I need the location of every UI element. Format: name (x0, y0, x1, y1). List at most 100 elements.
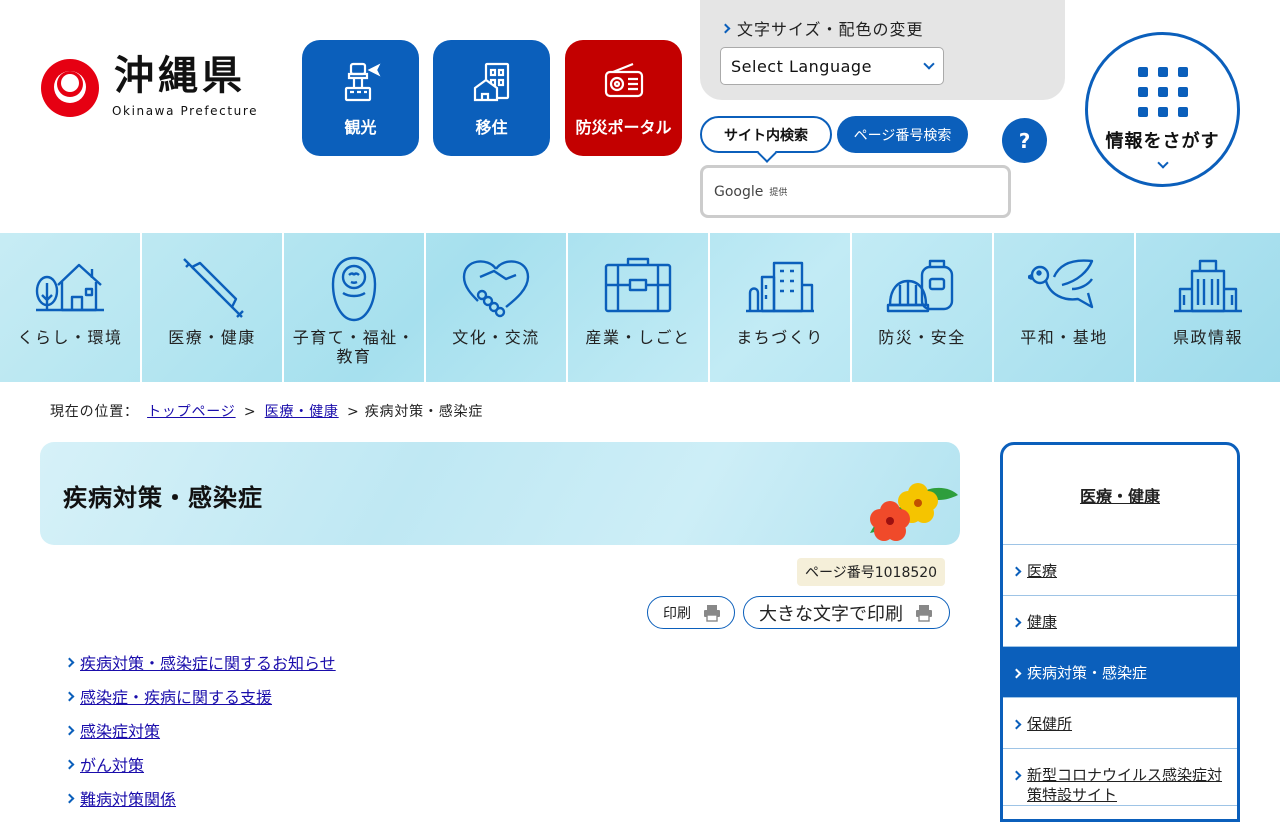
site-logo[interactable]: 沖縄県 Okinawa Prefecture (40, 53, 280, 126)
list-item: がん対策 (64, 747, 336, 781)
info-search-button[interactable]: 情報をさがす (1085, 32, 1240, 187)
chevron-right-icon (64, 759, 75, 769)
grid-icon (1137, 67, 1188, 117)
chevron-right-icon (64, 691, 75, 701)
gnav-item-bunka[interactable]: 文化・交流 (426, 233, 568, 382)
breadcrumb-link-top[interactable]: トップページ (147, 404, 236, 420)
briefcase-icon (604, 257, 672, 313)
site-header: 沖縄県 Okinawa Prefecture 観光 移住 防災ポータル 文字サイ… (0, 0, 1280, 233)
side-item-covid[interactable]: 新型コロナウイルス感染症対策特設サイト (1003, 749, 1237, 806)
font-color-change-label: 文字サイズ・配色の変更 (737, 20, 924, 39)
page-title-banner: 疾病対策・感染症 (40, 442, 960, 545)
okinawa-emblem-icon (41, 59, 99, 117)
list-item: 感染症対策 (64, 713, 336, 747)
chevron-down-icon (923, 58, 935, 70)
global-nav: くらし・環境 医療・健康 子育て・福祉・教育 文化・交流 産業・しごと まちづく… (0, 233, 1280, 382)
gnav-item-sangyo[interactable]: 産業・しごと (568, 233, 710, 382)
category-link[interactable]: がん対策 (80, 752, 144, 776)
side-item-label: 疾病対策・感染症 (1027, 664, 1148, 682)
gnav-item-heiwa[interactable]: 平和・基地 (994, 233, 1136, 382)
language-select[interactable]: Select Language (720, 47, 944, 85)
side-item-label[interactable]: 健康 (1027, 612, 1057, 632)
house-building-icon (473, 62, 509, 102)
category-link[interactable]: 疾病対策・感染症に関するお知らせ (80, 650, 336, 674)
font-color-change-link[interactable]: 文字サイズ・配色の変更 (720, 16, 924, 40)
tab-site-search-label: サイト内検索 (724, 127, 808, 144)
chevron-right-icon (1011, 617, 1022, 628)
search-help-button[interactable]: ? (1002, 118, 1047, 163)
quick-link-label: 観光 (344, 118, 377, 137)
logo-subtitle: Okinawa Prefecture (112, 104, 259, 118)
side-menu-title: 医療・健康 (1003, 445, 1237, 545)
tab-site-search[interactable]: サイト内検索 (700, 116, 832, 153)
chevron-right-icon (720, 23, 731, 33)
breadcrumb: 現在の位置： トップページ > 医療・健康 > 疾病対策・感染症 (50, 401, 483, 421)
gnav-label: くらし・環境 (17, 328, 123, 347)
gnav-item-machizukuri[interactable]: まちづくり (710, 233, 852, 382)
side-item-shippei-active[interactable]: 疾病対策・感染症 (1003, 647, 1237, 698)
government-building-icon (1174, 259, 1242, 313)
logo-name: 沖縄県 (114, 53, 246, 99)
page-title: 疾病対策・感染症 (63, 484, 263, 512)
category-link[interactable]: 感染症対策 (80, 718, 160, 742)
search-input[interactable]: Google 提供 (700, 165, 1011, 218)
chevron-right-icon (64, 725, 75, 735)
breadcrumb-separator: > (243, 404, 257, 420)
gnav-label: 医療・健康 (168, 328, 256, 347)
gnav-label: 平和・基地 (1020, 328, 1108, 347)
breadcrumb-separator: > (346, 404, 360, 420)
side-item-label[interactable]: 新型コロナウイルス感染症対策特設サイト (1027, 765, 1229, 805)
gnav-item-bousai[interactable]: 防災・安全 (852, 233, 994, 382)
city-buildings-icon (746, 261, 814, 313)
chevron-right-icon (64, 793, 75, 803)
gnav-label: まちづくり (736, 328, 824, 347)
google-provided-label: 提供 (769, 188, 788, 198)
side-menu: 医療・健康 医療 健康 疾病対策・感染症 保健所 新型コロナウイルス感染症対策特… (1000, 442, 1240, 822)
breadcrumb-current: 疾病対策・感染症 (364, 404, 484, 420)
gnav-item-kosodate[interactable]: 子育て・福祉・教育 (284, 233, 426, 382)
chevron-right-icon (64, 657, 75, 667)
print-large-text-label: 大きな文字で印刷 (759, 603, 903, 625)
gnav-item-kensei[interactable]: 県政情報 (1136, 233, 1280, 382)
quick-link-iju[interactable]: 移住 (433, 40, 550, 156)
category-link[interactable]: 難病対策関係 (80, 786, 176, 810)
control-tower-icon (344, 62, 380, 102)
side-item-label[interactable]: 医療 (1027, 561, 1057, 581)
tab-page-number-search[interactable]: ページ番号検索 (837, 116, 968, 153)
gnav-item-iryo[interactable]: 医療・健康 (142, 233, 284, 382)
side-item-hokenjo[interactable]: 保健所 (1003, 698, 1237, 749)
info-search-label: 情報をさがす (1105, 131, 1220, 152)
breadcrumb-link-iryo[interactable]: 医療・健康 (265, 404, 339, 420)
syringe-icon (183, 258, 244, 318)
category-link[interactable]: 感染症・疾病に関する支援 (80, 684, 272, 708)
baby-icon (331, 256, 377, 322)
chevron-right-icon (1011, 770, 1022, 781)
hibiscus-icon (870, 483, 958, 541)
side-item-kenko[interactable]: 健康 (1003, 596, 1237, 647)
google-logo: Google (714, 183, 764, 200)
helmet-bag-icon (886, 259, 954, 313)
gnav-item-kurashi[interactable]: くらし・環境 (0, 233, 142, 382)
chevron-right-icon (1011, 719, 1022, 730)
side-item-iryo[interactable]: 医療 (1003, 545, 1237, 596)
gnav-label: 子育て・福祉・教育 (292, 328, 416, 366)
printer-icon (916, 604, 932, 622)
quick-link-bousai-portal[interactable]: 防災ポータル (565, 40, 682, 156)
gnav-label: 文化・交流 (452, 328, 540, 347)
list-item: 難病対策関係 (64, 781, 336, 815)
dove-icon (1028, 259, 1094, 309)
gnav-label: 産業・しごと (585, 328, 691, 347)
gnav-label: 県政情報 (1172, 328, 1243, 347)
house-tree-icon (35, 263, 104, 312)
side-item-label[interactable]: 保健所 (1027, 714, 1072, 734)
print-large-text-button[interactable]: 大きな文字で印刷 (743, 596, 950, 629)
gnav-label: 防災・安全 (878, 328, 966, 347)
print-button[interactable]: 印刷 (647, 596, 735, 629)
printer-icon (704, 604, 720, 622)
handshake-heart-icon (462, 260, 530, 318)
tab-page-number-search-label: ページ番号検索 (853, 127, 952, 144)
side-menu-title-link[interactable]: 医療・健康 (1080, 483, 1160, 507)
chevron-right-icon (1011, 566, 1022, 577)
breadcrumb-prefix: 現在の位置： (50, 404, 139, 420)
quick-link-kanko[interactable]: 観光 (302, 40, 419, 156)
